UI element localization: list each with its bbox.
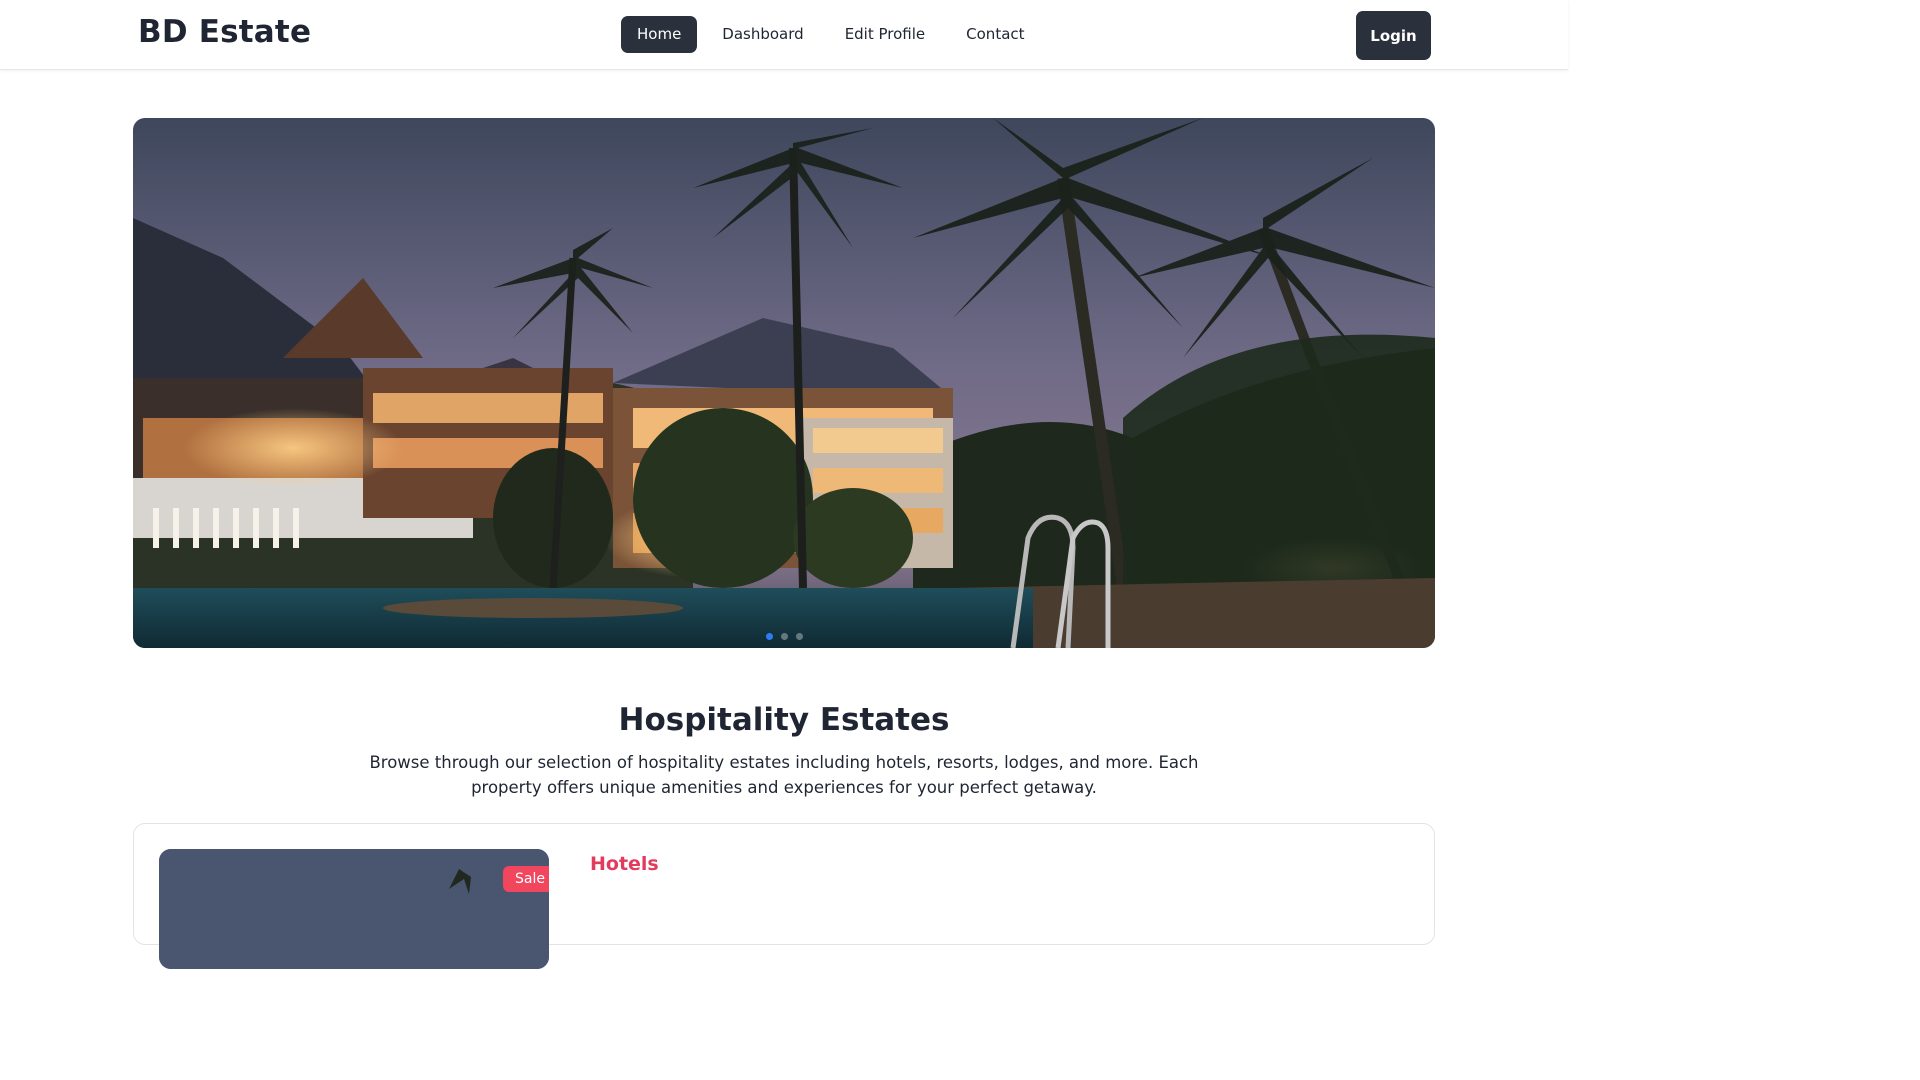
property-category[interactable]: Hotels (590, 853, 659, 875)
nav-link-home[interactable]: Home (621, 16, 698, 53)
nav-link-contact[interactable]: Contact (950, 16, 1040, 53)
property-image-graphic (159, 849, 549, 969)
carousel-dot-2[interactable] (780, 633, 788, 640)
login-button[interactable]: Login (1356, 11, 1431, 60)
nav-links: Home Dashboard Edit Profile Contact (621, 16, 1050, 53)
nav-link-edit-profile[interactable]: Edit Profile (829, 16, 941, 53)
carousel-dot-3[interactable] (795, 633, 803, 640)
carousel-indicators (133, 633, 1435, 640)
navbar: BD Estate Home Dashboard Edit Profile Co… (0, 0, 1568, 70)
hero-carousel[interactable] (133, 118, 1435, 648)
brand-logo[interactable]: BD Estate (138, 14, 311, 50)
hero-slide-image (133, 118, 1435, 648)
property-card[interactable]: Sale Hotels (133, 823, 1435, 969)
carousel-dot-1[interactable] (765, 633, 773, 640)
property-image: Sale (159, 849, 549, 969)
section-description: Browse through our selection of hospital… (369, 753, 1199, 797)
section-title: Hospitality Estates (618, 702, 950, 738)
nav-link-dashboard[interactable]: Dashboard (706, 16, 819, 53)
sale-badge: Sale (503, 866, 549, 892)
